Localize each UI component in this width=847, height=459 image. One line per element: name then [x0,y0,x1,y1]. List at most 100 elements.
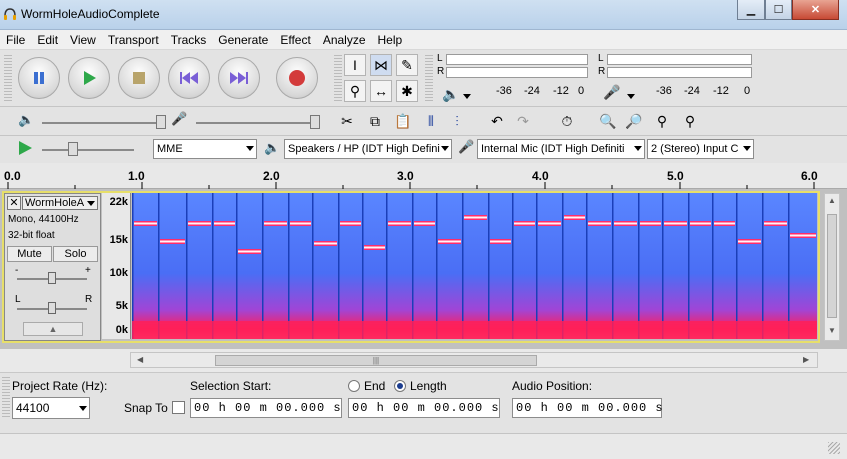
output-volume-icon: 🔈 [18,112,35,127]
segment-divider [158,193,160,339]
stop-button[interactable] [118,57,160,99]
vertical-scroll-thumb[interactable] [827,214,837,318]
play-at-speed-icon[interactable] [16,139,34,157]
skip-to-end-button[interactable] [218,57,260,99]
input-volume-slider[interactable] [196,122,320,124]
menu-analyze[interactable]: Analyze [317,30,372,50]
tone-band-core [738,240,761,243]
tools-grip[interactable] [334,55,342,103]
cut-icon[interactable]: ✂ [336,110,358,132]
record-meter-right[interactable] [607,67,752,78]
menu-help[interactable]: Help [372,30,409,50]
segment-divider [362,193,364,339]
spectrogram-graphic [132,193,817,339]
scroll-up-arrow[interactable]: ▲ [828,196,836,205]
skip-to-start-button[interactable] [168,57,210,99]
trim-icon[interactable]: ⫴ [420,110,442,132]
speaker-meter-menu[interactable] [463,88,471,102]
tone-band-core [490,240,511,243]
freq-label-5k: 5k [115,300,128,312]
selection-length-time[interactable]: 00 h 00 m 00.000 s [348,398,500,418]
menu-view[interactable]: View [64,30,102,50]
menu-edit[interactable]: Edit [31,30,64,50]
output-volume-thumb[interactable] [156,115,166,129]
toolbar-grip[interactable] [4,55,12,103]
scroll-right-arrow[interactable]: ▶ [803,355,809,364]
mic-meter-menu[interactable] [627,88,635,102]
draw-tool-icon[interactable]: ✎ [396,54,418,76]
input-device-dropdown[interactable]: Internal Mic (IDT High Definiti [477,139,645,159]
input-volume-thumb[interactable] [310,115,320,129]
audio-position-time[interactable]: 00 h 00 m 00.000 s [512,398,663,418]
input-channels-dropdown[interactable]: 2 (Stereo) Input C [647,139,754,159]
selection-grip[interactable] [2,377,10,417]
redo-icon[interactable]: ↷ [512,110,534,132]
selection-start-time[interactable]: 00 h 00 m 00.000 s [190,398,342,418]
snap-to-checkbox[interactable] [172,401,185,414]
selection-tool-icon[interactable]: I [344,54,366,76]
silence-icon[interactable]: ⫶ [446,110,468,132]
undo-icon[interactable]: ↶ [486,110,508,132]
timeshift-tool-icon[interactable]: ↔ [370,80,392,102]
vertical-scrollbar[interactable]: ▲ ▼ [824,193,840,341]
solo-button[interactable]: Solo [53,246,98,262]
segment-divider [462,193,464,339]
input-volume-mic-icon: 🎤 [171,111,188,126]
tone-band-core [238,250,261,253]
tone-band-core [388,222,411,225]
length-radio[interactable] [394,380,406,392]
menu-file[interactable]: File [0,30,31,50]
minimize-button[interactable]: ▁ [737,0,765,20]
zoom-tool-icon[interactable]: ⚲ [344,80,366,102]
fit-selection-icon[interactable]: ⚲ [651,110,673,132]
play-speed-thumb[interactable] [68,142,78,156]
pan-left-label: L [15,294,21,305]
play-speed-slider[interactable] [42,149,134,151]
horizontal-scroll-thumb[interactable]: ||| [215,355,537,366]
horizontal-scrollbar[interactable]: ◀ ||| ▶ [130,352,818,368]
scroll-left-arrow[interactable]: ◀ [137,355,143,364]
spectrogram-view[interactable] [132,193,817,339]
menu-effect[interactable]: Effect [274,30,316,50]
skip-start-icon [180,72,198,84]
ruler-label-0: 0.0 [4,169,21,183]
resize-grip-icon[interactable] [828,442,840,454]
scroll-down-arrow[interactable]: ▼ [828,326,836,335]
meter-grip[interactable] [425,55,433,103]
output-device-dropdown[interactable]: Speakers / HP (IDT High Defini [284,139,452,159]
segment-divider [712,193,714,339]
mute-button[interactable]: Mute [7,246,52,262]
menu-transport[interactable]: Transport [102,30,165,50]
project-rate-dropdown[interactable]: 44100 [12,397,90,419]
output-volume-slider[interactable] [42,122,166,124]
pause-button[interactable] [18,57,60,99]
end-radio[interactable] [348,380,360,392]
menu-tracks[interactable]: Tracks [165,30,213,50]
envelope-tool-icon[interactable]: ⋈ [370,54,392,76]
collapse-track-button[interactable]: ▲ [23,322,83,336]
paste-icon[interactable]: 📋 [392,110,414,132]
gain-slider-thumb[interactable] [48,272,56,284]
segment-divider [288,193,290,339]
pan-right-label: R [85,294,93,305]
zoom-in-icon[interactable]: 🔍 [597,110,619,132]
multi-tool-icon[interactable]: ✱ [396,80,418,102]
audio-host-dropdown[interactable]: MME [153,139,257,159]
fit-project-icon[interactable]: ⚲ [679,110,701,132]
pan-slider-thumb[interactable] [48,302,56,314]
playback-meter-left[interactable] [446,54,588,65]
maximize-button[interactable]: ☐ [765,0,792,20]
copy-icon[interactable]: ⧉ [364,110,386,132]
close-button[interactable]: ✕ [792,0,839,20]
sync-lock-icon[interactable]: ⏱ [556,110,578,132]
zoom-out-icon[interactable]: 🔎 [623,110,645,132]
track-close-button[interactable]: ✕ [7,196,21,210]
record-meter-left[interactable] [607,54,752,65]
playback-meter-right[interactable] [446,67,588,78]
menu-generate[interactable]: Generate [212,30,274,50]
ruler-label-3: 3.0 [397,169,414,183]
record-button[interactable] [276,57,318,99]
play-button[interactable] [68,57,110,99]
meter-tick-36: -36 [496,85,512,97]
track-name-menu[interactable]: WormHoleA [22,196,98,210]
